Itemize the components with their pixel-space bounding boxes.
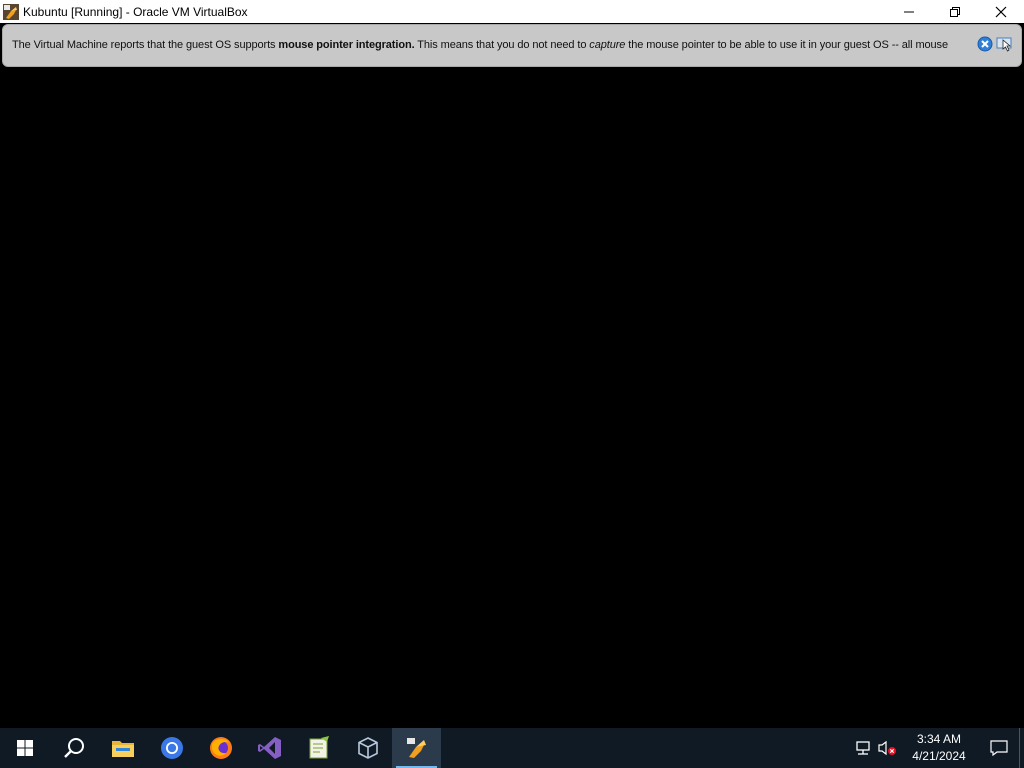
- taskbar-virtualbox[interactable]: [343, 728, 392, 768]
- start-button[interactable]: [0, 728, 49, 768]
- taskbar-clock[interactable]: 3:34 AM 4/21/2024: [899, 728, 979, 768]
- notification-message: The Virtual Machine reports that the gue…: [12, 39, 974, 51]
- notification-text-2: This means that you do not need to: [414, 39, 590, 51]
- notification-close-button[interactable]: [977, 36, 993, 52]
- minimize-button[interactable]: [886, 0, 932, 23]
- notepad-plus-plus-icon: [309, 736, 329, 759]
- system-tray: 3:34 AM 4/21/2024: [851, 728, 1024, 768]
- virtualbox-vm-icon: [406, 738, 426, 758]
- firefox-icon: [209, 737, 232, 759]
- volume-button[interactable]: [875, 728, 899, 768]
- taskbar: 3:34 AM 4/21/2024: [0, 728, 1024, 768]
- mouse-integration-icon: [996, 37, 1012, 52]
- restore-icon: [950, 6, 960, 17]
- taskbar-visual-studio[interactable]: [245, 728, 294, 768]
- taskbar-virtualbox-vm[interactable]: [392, 728, 441, 768]
- show-desktop-button[interactable]: [1019, 728, 1024, 768]
- volume-muted-icon: [878, 740, 896, 756]
- window-title-bar[interactable]: Kubuntu [Running] - Oracle VM VirtualBox: [0, 0, 1024, 23]
- close-circle-icon: [977, 36, 993, 52]
- notification-bold-text: mouse pointer integration.: [278, 39, 415, 51]
- clock-time: 3:34 AM: [916, 732, 962, 746]
- close-icon: [995, 6, 1007, 17]
- network-button[interactable]: [851, 728, 875, 768]
- taskbar-chrome[interactable]: [147, 728, 196, 768]
- vm-display[interactable]: [0, 68, 1024, 728]
- notification-info-button[interactable]: [996, 36, 1014, 52]
- chrome-icon: [160, 737, 183, 759]
- taskbar-file-explorer[interactable]: [98, 728, 147, 768]
- minimize-icon: [904, 11, 914, 12]
- mouse-integration-notification: The Virtual Machine reports that the gue…: [2, 24, 1022, 67]
- taskbar-firefox[interactable]: [196, 728, 245, 768]
- close-button[interactable]: [978, 0, 1024, 23]
- notification-italic-text: capture: [589, 39, 626, 51]
- notification-text-1: The Virtual Machine reports that the gue…: [12, 39, 279, 51]
- restore-button[interactable]: [932, 0, 978, 23]
- virtualbox-app-icon: [3, 3, 19, 20]
- search-button[interactable]: [49, 728, 98, 768]
- network-icon: [856, 741, 870, 755]
- visual-studio-icon: [257, 737, 281, 759]
- notification-text-3: the mouse pointer to be able to use it i…: [625, 39, 948, 51]
- clock-date: 4/21/2024: [912, 749, 966, 763]
- action-center-button[interactable]: [979, 728, 1019, 768]
- virtualbox-icon: [357, 737, 378, 759]
- search-icon: [63, 738, 84, 758]
- window-title: Kubuntu [Running] - Oracle VM VirtualBox: [23, 4, 248, 19]
- file-explorer-icon: [111, 741, 134, 757]
- windows-start-icon: [16, 740, 33, 756]
- taskbar-notepad-plus-plus[interactable]: [294, 728, 343, 768]
- notification-center-icon: [990, 740, 1008, 756]
